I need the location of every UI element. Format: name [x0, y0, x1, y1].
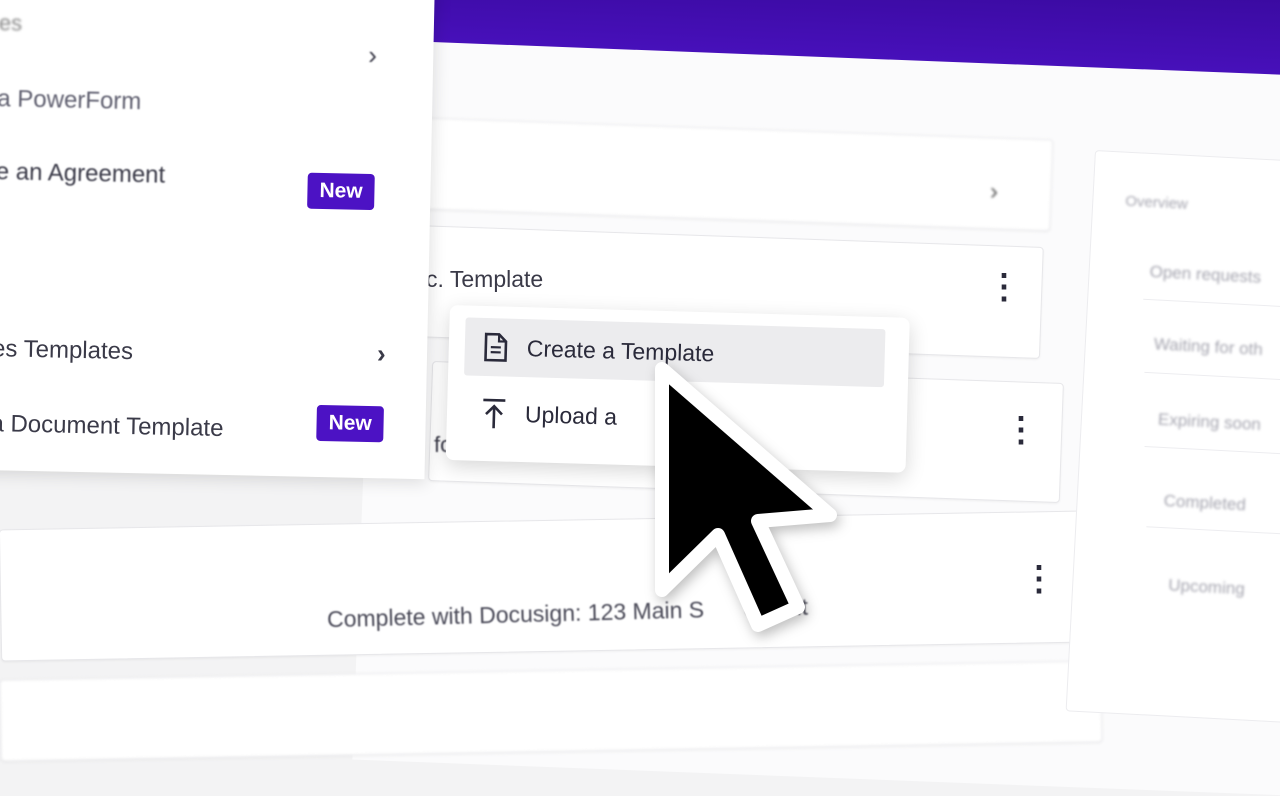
mouse-cursor-icon: [640, 355, 860, 655]
upload-icon: [463, 396, 526, 430]
list-row-docusign[interactable]: [0, 511, 1083, 662]
more-options-icon[interactable]: ⋮: [1004, 413, 1038, 447]
menu-item-document-template[interactable]: a Document Template: [0, 410, 224, 443]
overview-item[interactable]: Upcoming: [1168, 575, 1245, 599]
menu-item-templates[interactable]: es Templates: [0, 335, 133, 366]
overview-heading: Overview: [1125, 193, 1188, 213]
menu-item-agreement[interactable]: e an Agreement: [0, 158, 165, 190]
overview-item[interactable]: Waiting for oth: [1153, 334, 1263, 360]
chevron-right-icon[interactable]: ›: [368, 40, 377, 71]
overview-item[interactable]: Expiring soon: [1157, 410, 1261, 435]
menu-item-label[interactable]: es: [0, 10, 22, 36]
overview-item[interactable]: Open requests: [1149, 262, 1261, 288]
more-options-icon[interactable]: ⋮: [1022, 562, 1056, 596]
row-title: c. Template: [426, 266, 543, 293]
new-dropdown-menu: es › a PowerForm e an Agreement New es T…: [0, 0, 435, 479]
new-badge: New: [316, 405, 384, 442]
document-icon: [464, 331, 527, 363]
more-options-icon[interactable]: ⋮: [987, 270, 1021, 304]
chevron-right-icon[interactable]: ›: [377, 338, 386, 369]
upload-template-label: Upload a: [525, 401, 618, 431]
menu-item-powerform[interactable]: a PowerForm: [0, 85, 142, 116]
overview-item[interactable]: Completed: [1163, 491, 1246, 515]
new-badge: New: [307, 173, 375, 210]
chevron-right-icon[interactable]: ›: [990, 178, 998, 206]
overview-panel: Overview Open requests Waiting for oth E…: [1066, 150, 1280, 723]
